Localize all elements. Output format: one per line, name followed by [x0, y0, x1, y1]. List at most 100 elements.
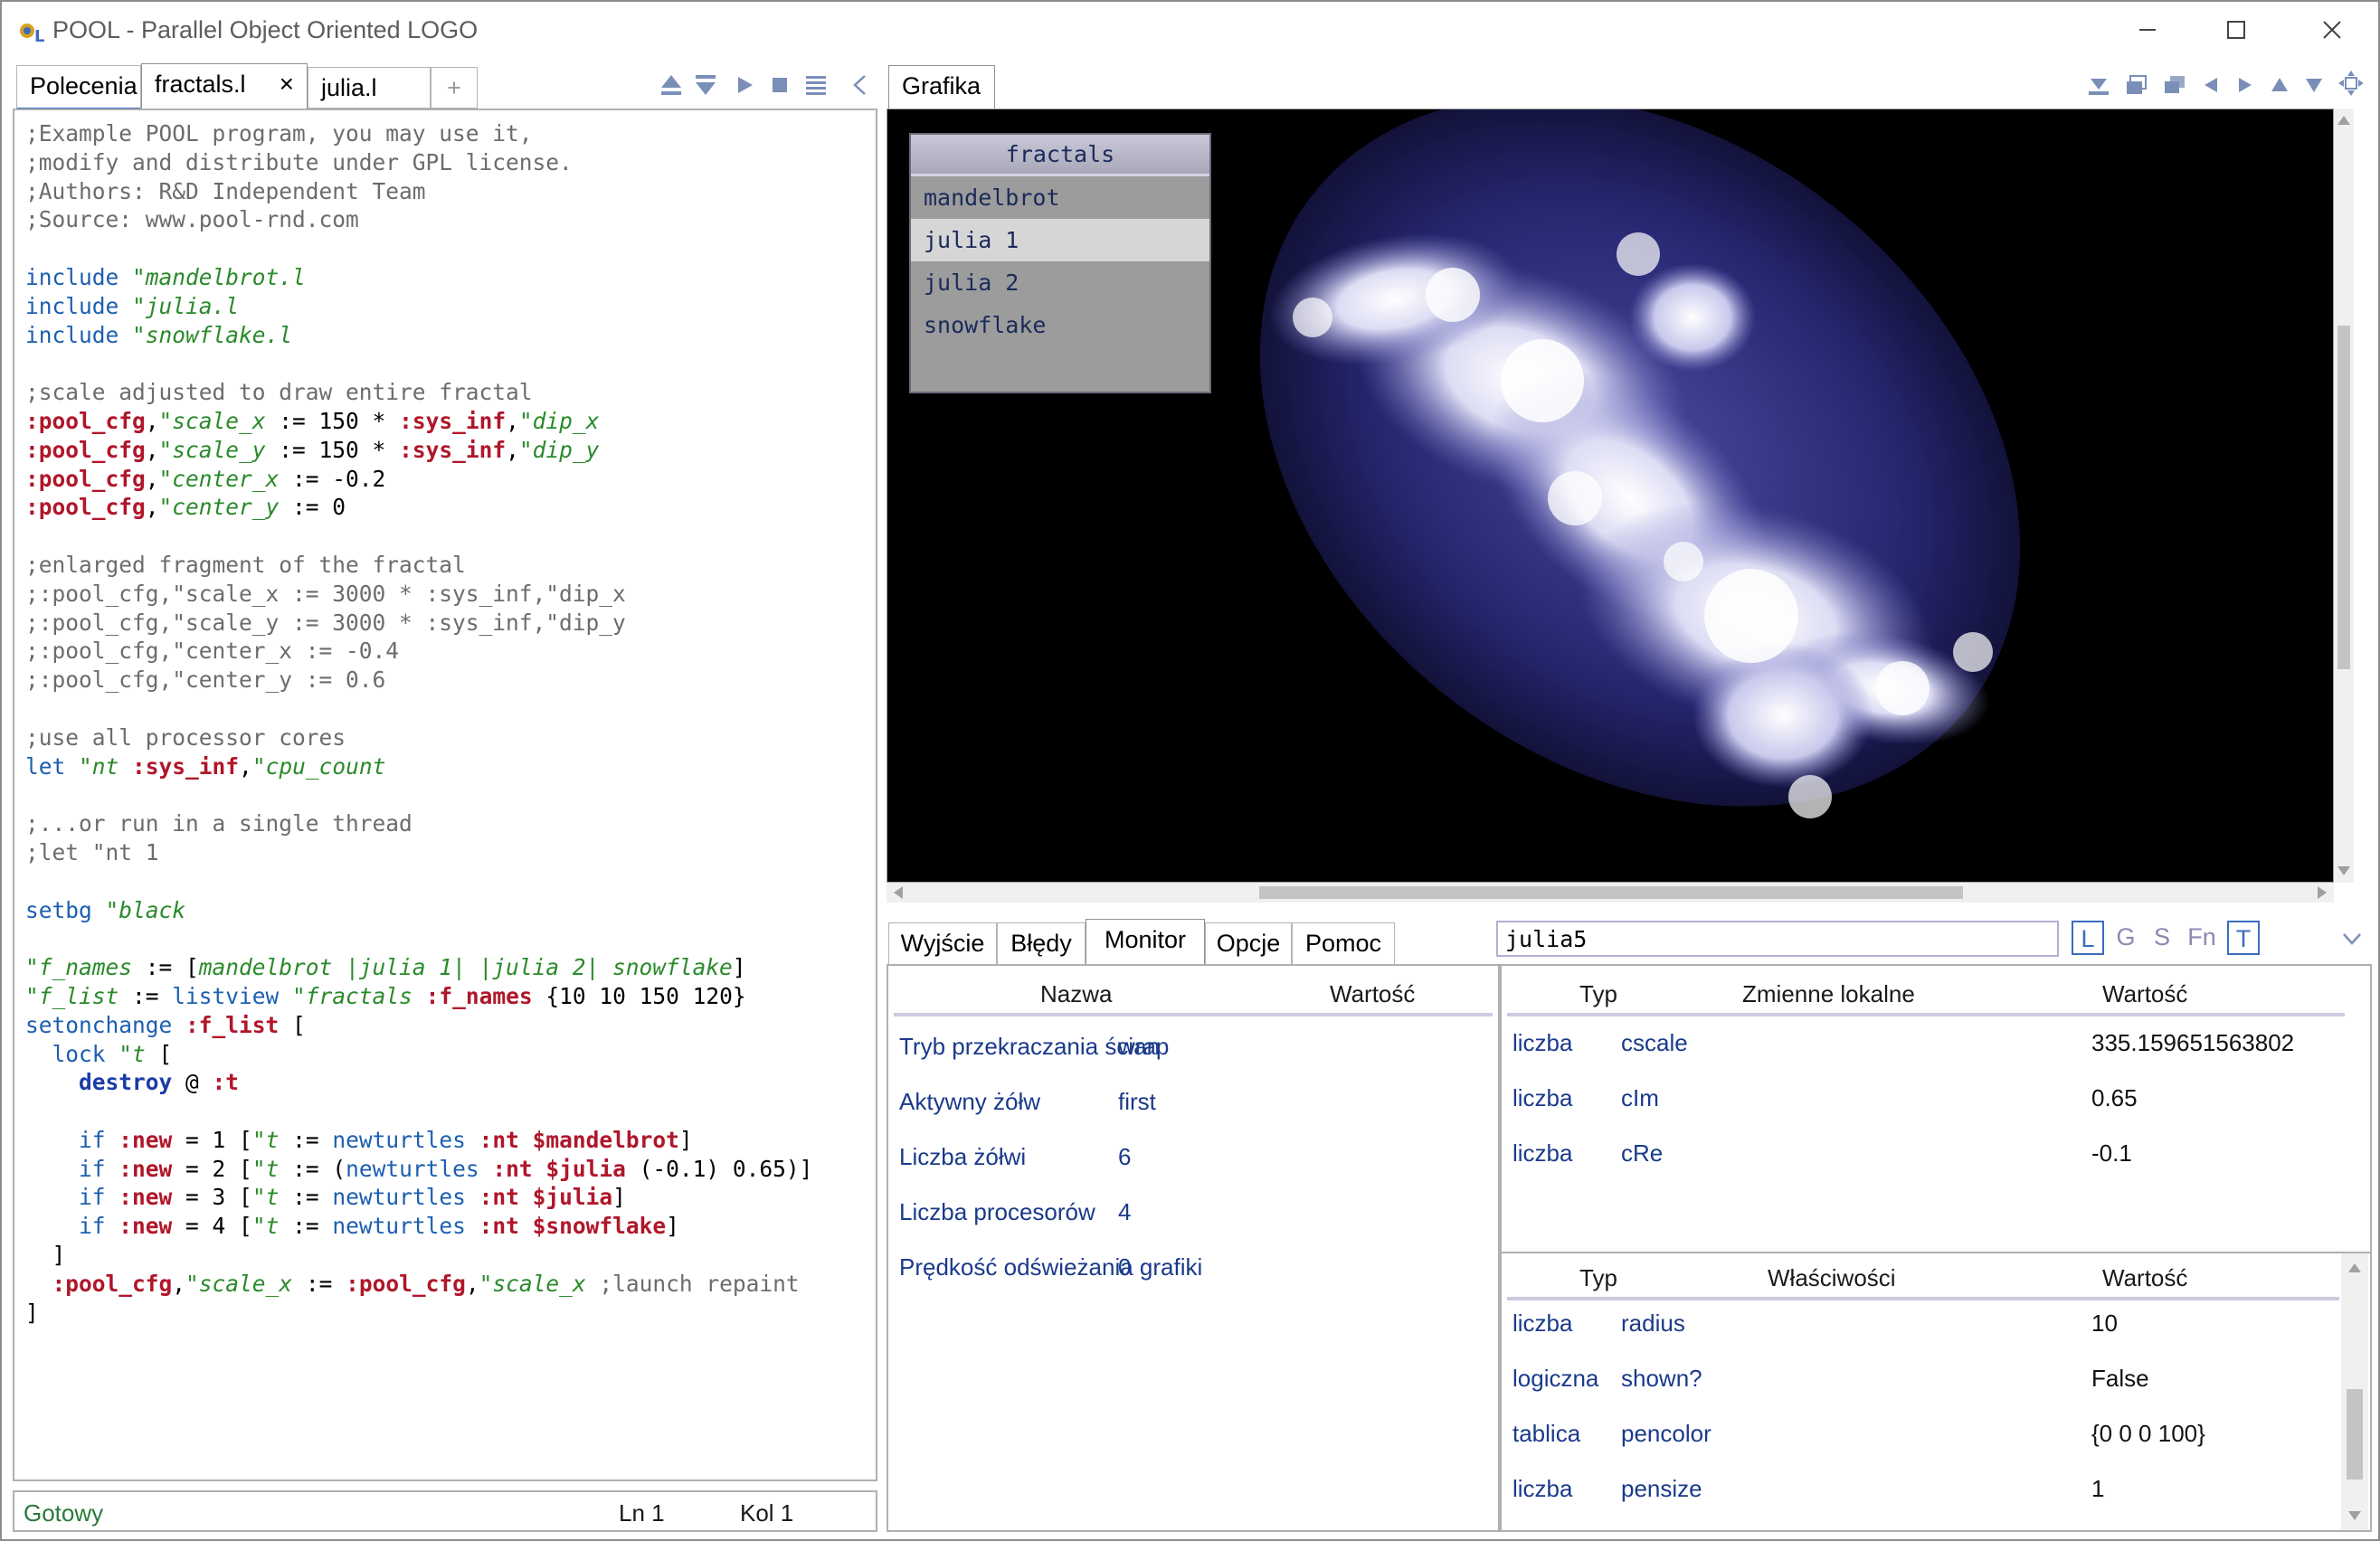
fit-view-icon[interactable]	[2337, 71, 2363, 96]
scroll-up-icon[interactable]	[2341, 1259, 2368, 1277]
close-button[interactable]	[2299, 2, 2365, 58]
code-line[interactable]: setbg "black	[25, 896, 812, 925]
fractals-listview[interactable]: fractals mandelbrot julia 1 julia 2 snow…	[909, 133, 1211, 393]
download-icon[interactable]	[693, 72, 718, 98]
search-input[interactable]	[1496, 921, 2059, 957]
scroll-down-icon[interactable]	[2341, 1507, 2368, 1525]
code-line[interactable]: ;:pool_cfg,"center_x := -0.4	[25, 637, 812, 666]
tab-pomoc[interactable]: Pomoc	[1292, 922, 1395, 964]
chevron-down-icon[interactable]	[2339, 926, 2365, 951]
save-image-icon[interactable]	[2086, 72, 2111, 98]
code-line[interactable]	[25, 522, 812, 551]
code-line[interactable]: :pool_cfg,"scale_x := :pool_cfg,"scale_x…	[25, 1270, 812, 1299]
code-line[interactable]	[25, 780, 812, 809]
scroll-left-icon[interactable]	[890, 883, 908, 903]
code-line[interactable]: setonchange :f_list [	[25, 1011, 812, 1040]
stop-icon[interactable]	[767, 72, 792, 98]
scroll-down-icon[interactable]	[2334, 861, 2354, 879]
code-line[interactable]: ;Example POOL program, you may use it,	[25, 119, 812, 148]
properties-scrollbar[interactable]	[2341, 1253, 2368, 1530]
code-line[interactable]: ]	[25, 1241, 812, 1270]
code-line[interactable]: ;modify and distribute under GPL license…	[25, 148, 812, 177]
code-line[interactable]: :pool_cfg,"center_y := 0	[25, 493, 812, 522]
minimize-button[interactable]	[2115, 2, 2180, 58]
pan-left-icon[interactable]	[2198, 72, 2224, 98]
maximize-button[interactable]	[2204, 2, 2269, 58]
tab-bledy[interactable]: Błędy	[997, 922, 1086, 964]
code-line[interactable]: if :new = 2 ["t := (newturtles :nt $juli…	[25, 1155, 812, 1184]
graphics-canvas[interactable]: fractals mandelbrot julia 1 julia 2 snow…	[887, 109, 2334, 883]
pan-down-icon[interactable]	[2301, 72, 2327, 98]
tab-wyjscie[interactable]: Wyjście	[888, 922, 997, 964]
canvas-horizontal-scrollbar[interactable]	[887, 883, 2334, 903]
filter-g-toggle[interactable]: G	[2113, 921, 2138, 955]
code-line[interactable]: ;Authors: R&D Independent Team	[25, 177, 812, 206]
code-line[interactable]: :pool_cfg,"center_x := -0.2	[25, 465, 812, 494]
code-line[interactable]: ;scale adjusted to draw entire fractal	[25, 378, 812, 407]
filter-t-toggle[interactable]: T	[2227, 921, 2260, 955]
tab-grafika[interactable]: Grafika	[888, 65, 995, 112]
properties-scroll-thumb[interactable]	[2347, 1389, 2363, 1480]
code-line[interactable]: destroy @ :t	[25, 1068, 812, 1097]
list-item-selected[interactable]: julia 1	[911, 219, 1209, 261]
scroll-up-icon[interactable]	[2334, 112, 2354, 130]
list-item[interactable]: snowflake	[911, 304, 1209, 346]
canvas-vertical-scrollbar[interactable]	[2334, 109, 2354, 883]
code-line[interactable]: lock "t [	[25, 1040, 812, 1069]
code-line[interactable]: include "julia.l	[25, 292, 812, 321]
code-line[interactable]: if :new = 3 ["t := newturtles :nt $julia…	[25, 1183, 812, 1212]
layers-icon[interactable]	[2162, 72, 2187, 98]
tab-close-icon[interactable]: ×	[280, 64, 294, 104]
code-line[interactable]: "f_list := listview "fractals :f_names {…	[25, 982, 812, 1011]
code-line[interactable]	[25, 1097, 812, 1126]
upload-icon[interactable]	[659, 72, 684, 98]
code-line[interactable]: ;use all processor cores	[25, 723, 812, 752]
code-line[interactable]: if :new = 1 ["t := newturtles :nt $mande…	[25, 1126, 812, 1155]
code-line[interactable]	[25, 349, 812, 378]
tab-julia[interactable]: julia.l	[308, 67, 431, 110]
run-icon[interactable]	[733, 72, 758, 98]
code-line[interactable]: :pool_cfg,"scale_y := 150 * :sys_inf,"di…	[25, 436, 812, 465]
new-tab-button[interactable]: +	[431, 67, 478, 110]
menu-icon[interactable]	[803, 72, 829, 98]
list-item[interactable]: mandelbrot	[911, 176, 1209, 219]
tab-fractals[interactable]: fractals.l ×	[141, 63, 308, 110]
list-item[interactable]: julia 2	[911, 261, 1209, 304]
tab-label: Grafika	[902, 72, 981, 99]
vertical-scroll-thumb[interactable]	[2337, 326, 2350, 669]
code-line[interactable]: if :new = 4 ["t := newturtles :nt $snowf…	[25, 1212, 812, 1241]
code-line[interactable]: "f_names := [mandelbrot |julia 1| |julia…	[25, 953, 812, 982]
code-line[interactable]: ;:pool_cfg,"center_y := 0.6	[25, 666, 812, 695]
tab-monitor[interactable]: Monitor	[1086, 919, 1205, 966]
collapse-left-icon[interactable]	[847, 72, 872, 98]
code-line[interactable]: ]	[25, 1299, 812, 1328]
pan-right-icon[interactable]	[2233, 72, 2258, 98]
filter-fn-toggle[interactable]: Fn	[2184, 921, 2220, 955]
code-line[interactable]: ;:pool_cfg,"scale_y := 3000 * :sys_inf,"…	[25, 609, 812, 638]
pan-up-icon[interactable]	[2267, 72, 2292, 98]
tab-polecenia[interactable]: Polecenia	[16, 65, 141, 110]
code-line[interactable]	[25, 867, 812, 896]
code-line[interactable]: ;let "nt 1	[25, 838, 812, 867]
code-line[interactable]	[25, 234, 812, 263]
code-line[interactable]: ;Source: www.pool-rnd.com	[25, 205, 812, 234]
code-line[interactable]: let "nt :sys_inf,"cpu_count	[25, 752, 812, 781]
column-header-properties: Właściwości	[1768, 1264, 1896, 1291]
code-line[interactable]	[25, 695, 812, 723]
code-editor[interactable]: ;Example POOL program, you may use it, ;m…	[13, 109, 877, 1481]
code-line[interactable]: include "mandelbrot.l	[25, 263, 812, 292]
window-icon[interactable]	[2124, 72, 2149, 98]
code-line[interactable]: ;enlarged fragment of the fractal	[25, 551, 812, 580]
filter-s-toggle[interactable]: S	[2149, 921, 2175, 955]
code-line[interactable]: :pool_cfg,"scale_x := 150 * :sys_inf,"di…	[25, 407, 812, 436]
code-text[interactable]: ;Example POOL program, you may use it, ;m…	[25, 119, 812, 1327]
scroll-right-icon[interactable]	[2312, 883, 2330, 903]
code-token: newturtles	[346, 1155, 493, 1182]
code-line[interactable]: ;...or run in a single thread	[25, 809, 812, 838]
code-line[interactable]	[25, 924, 812, 953]
tab-opcje[interactable]: Opcje	[1205, 922, 1292, 964]
filter-l-toggle[interactable]: L	[2072, 921, 2104, 955]
code-line[interactable]: include "snowflake.l	[25, 321, 812, 350]
code-line[interactable]: ;:pool_cfg,"scale_x := 3000 * :sys_inf,"…	[25, 580, 812, 609]
horizontal-scroll-thumb[interactable]	[1259, 886, 1963, 899]
